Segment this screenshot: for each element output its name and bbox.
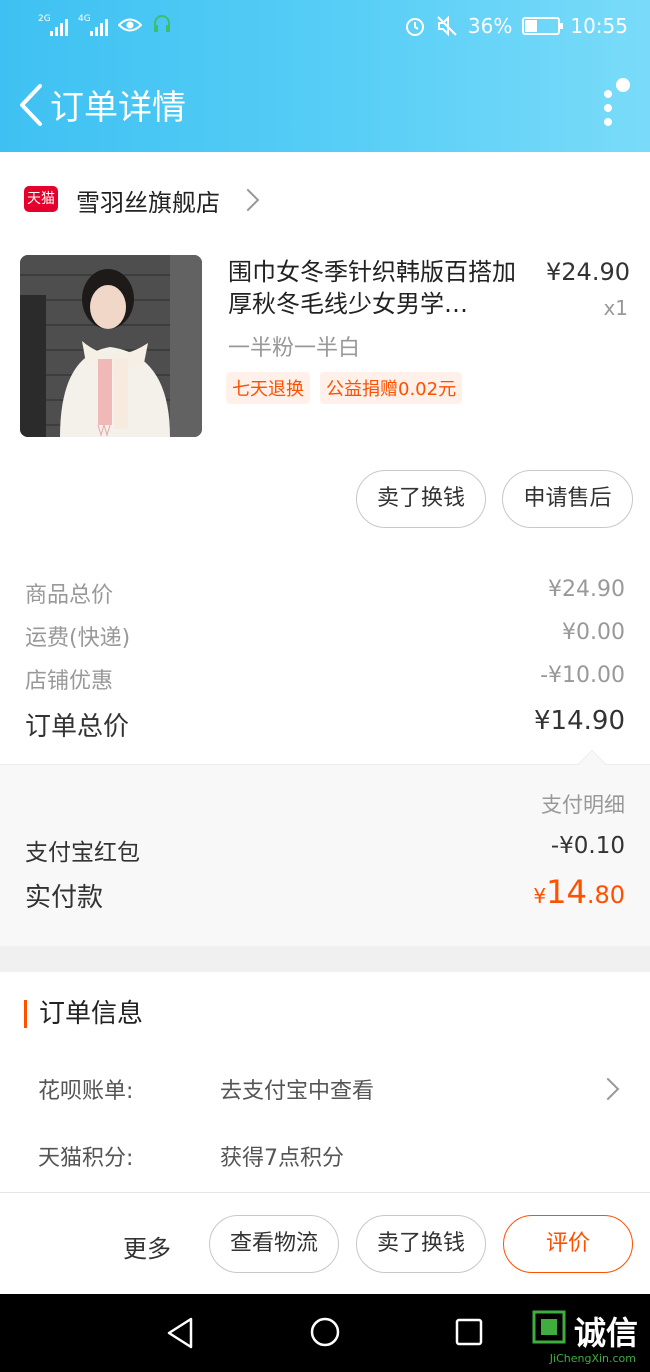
after-sale-button[interactable]: 申请售后 [502, 470, 633, 528]
page-title: 订单详情 [50, 88, 186, 128]
watermark-text: 诚信 [573, 1314, 638, 1352]
huabei-label: 花呗账单: [38, 1079, 134, 1104]
huabei-value[interactable]: 去支付宝中查看 [220, 1073, 374, 1105]
watermark-logo: 诚信 JiChengXin.com [532, 1300, 642, 1366]
signal-2g-icon: 2G [38, 14, 68, 36]
clock: 10:55 [570, 14, 628, 38]
sell-for-cash-bottom-button[interactable]: 卖了换钱 [356, 1215, 486, 1273]
signal-4g-icon: 4G [78, 14, 108, 36]
header-bar: 2G 4G 36% 10:55 订单详情 [0, 0, 650, 152]
watermark-site: JiChengXin.com [549, 1352, 636, 1365]
payment-detail-panel: 支付明细 支付宝红包 -¥0.10 实付款 ¥14.80 [0, 749, 650, 946]
store-discount-row: 店铺优惠 -¥10.00 [0, 663, 650, 703]
order-info-title: 订单信息 [24, 1000, 143, 1028]
goods-total-label: 商品总价 [25, 583, 114, 608]
goods-total-row: 商品总价 ¥24.90 [0, 577, 650, 617]
view-logistics-button[interactable]: 查看物流 [209, 1215, 339, 1273]
order-total-row: 订单总价 ¥14.90 [0, 706, 650, 746]
paid-currency: ¥ [533, 884, 547, 908]
headset-icon [154, 15, 170, 32]
order-total-label: 订单总价 [25, 712, 130, 742]
chevron-right-icon [236, 188, 260, 212]
huabei-row[interactable]: 花呗账单: 去支付宝中查看 [0, 1073, 650, 1113]
red-packet-label: 支付宝红包 [25, 840, 140, 866]
section-divider [0, 946, 650, 972]
status-bar: 2G 4G 36% 10:55 [0, 0, 650, 55]
more-button[interactable]: 更多 [123, 1229, 171, 1264]
panel-caret [577, 749, 607, 779]
chevron-left-icon[interactable] [14, 82, 54, 128]
shipping-value: ¥0.00 [562, 620, 625, 645]
product-image[interactable] [20, 255, 202, 437]
nav-bar: 订单详情 [0, 60, 650, 150]
tmall-badge: 天猫 [24, 186, 58, 212]
network-type-2: 4G [78, 14, 91, 24]
store-row[interactable]: 天猫 雪羽丝旗舰店 [0, 175, 650, 225]
nav-recents-icon[interactable] [455, 1318, 483, 1346]
product-title[interactable]: 围巾女冬季针织韩版百搭加厚秋冬毛线少女男学… [228, 256, 518, 320]
product-card[interactable]: 围巾女冬季针织韩版百搭加厚秋冬毛线少女男学… ¥24.90 x1 一半粉一半白 … [0, 250, 650, 450]
product-quantity: x1 [603, 296, 628, 320]
tag-return: 七天退换 [226, 372, 310, 404]
goods-total-value: ¥24.90 [548, 577, 625, 602]
network-type-1: 2G [38, 14, 51, 24]
tmall-points-value: 获得7点积分 [220, 1146, 344, 1171]
shipping-label: 运费(快递) [25, 626, 131, 651]
store-discount-label: 店铺优惠 [25, 669, 114, 694]
red-packet-value: -¥0.10 [550, 833, 625, 859]
shipping-row: 运费(快递) ¥0.00 [0, 620, 650, 660]
system-navigation-bar: 诚信 JiChengXin.com [0, 1294, 650, 1372]
store-name[interactable]: 雪羽丝旗舰店 [76, 183, 220, 218]
tmall-points-row: 天猫积分: 获得7点积分 [0, 1140, 650, 1180]
paid-decimal: .80 [586, 881, 625, 909]
more-vertical-icon[interactable] [590, 68, 630, 132]
battery-percent: 36% [467, 14, 513, 38]
bottom-action-bar: 更多 查看物流 卖了换钱 评价 [0, 1192, 650, 1294]
paid-integer: 14 [546, 873, 587, 911]
chevron-right-icon [596, 1077, 620, 1101]
product-sku: 一半粉一半白 [228, 336, 361, 361]
paid-amount-label: 实付款 [25, 883, 104, 913]
sell-for-cash-button[interactable]: 卖了换钱 [356, 470, 486, 528]
eye-icon [118, 18, 142, 32]
nav-home-icon[interactable] [309, 1316, 341, 1348]
tmall-points-label: 天猫积分: [38, 1146, 134, 1171]
product-tags: 七天退换 公益捐赠0.02元 [226, 372, 463, 404]
battery-icon [522, 17, 564, 35]
tag-charity: 公益捐赠0.02元 [320, 372, 463, 404]
paid-amount-value: ¥14.80 [533, 873, 625, 911]
order-total-value: ¥14.90 [534, 706, 625, 736]
nav-back-icon[interactable] [165, 1316, 195, 1350]
product-price: ¥24.90 [546, 258, 630, 286]
mute-icon [437, 15, 457, 37]
alarm-icon [405, 18, 424, 36]
payment-detail-link[interactable]: 支付明细 [541, 789, 625, 819]
review-button[interactable]: 评价 [503, 1215, 633, 1273]
store-discount-value: -¥10.00 [540, 663, 625, 688]
